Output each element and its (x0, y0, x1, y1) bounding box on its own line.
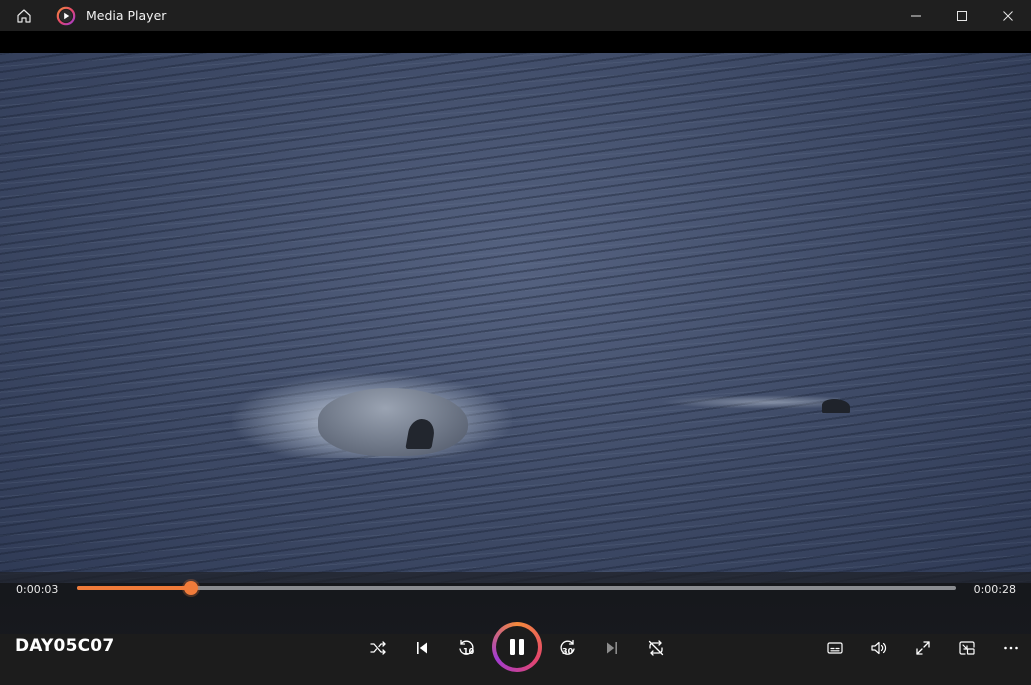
forward-30-button[interactable]: 30 (554, 635, 582, 661)
previous-button[interactable] (408, 635, 436, 661)
app-logo (56, 6, 76, 26)
more-icon (1004, 646, 1018, 650)
miniplayer-button[interactable] (953, 635, 981, 661)
close-button[interactable] (985, 0, 1031, 31)
more-options-button[interactable] (997, 635, 1025, 661)
fullscreen-icon (916, 641, 930, 655)
captions-icon (827, 642, 843, 654)
captions-button[interactable] (821, 635, 849, 661)
seek-bar[interactable] (77, 581, 956, 595)
media-player-logo-icon (56, 6, 76, 25)
next-icon (607, 642, 617, 654)
miniplayer-icon (959, 641, 975, 655)
minimize-button[interactable] (893, 0, 939, 31)
pause-icon (510, 639, 524, 655)
rewind-10-label: 10 (463, 647, 475, 656)
maximize-button[interactable] (939, 0, 985, 31)
fullscreen-button[interactable] (909, 635, 937, 661)
repeat-button[interactable] (642, 635, 670, 661)
volume-icon (871, 641, 887, 655)
next-button[interactable] (598, 635, 626, 661)
second-whale-wake (660, 395, 840, 409)
time-elapsed: 0:00:03 (16, 583, 59, 596)
shuffle-button[interactable] (364, 635, 392, 661)
video-frame[interactable] (0, 53, 1031, 583)
maximize-icon (957, 10, 967, 21)
time-total: 0:00:28 (973, 583, 1016, 596)
forward-30-label: 30 (562, 647, 574, 656)
control-bar: DAY05C07 10 30 (0, 622, 1031, 685)
second-whale-fin (822, 399, 850, 413)
minimize-icon (911, 15, 921, 16)
seek-thumb[interactable] (184, 581, 198, 595)
seek-bar-fill (77, 586, 191, 590)
home-button[interactable] (10, 2, 38, 30)
window-title: Media Player (86, 8, 167, 23)
close-icon (1003, 10, 1013, 21)
home-icon (17, 8, 31, 23)
volume-button[interactable] (865, 635, 893, 661)
title-bar: Media Player (0, 0, 1031, 31)
pause-button[interactable] (492, 622, 542, 672)
media-title: DAY05C07 (15, 636, 115, 656)
whale-body (318, 388, 468, 456)
shuffle-icon (370, 641, 386, 655)
repeat-icon (648, 640, 664, 656)
previous-icon (417, 642, 427, 654)
rewind-10-button[interactable]: 10 (452, 635, 480, 661)
